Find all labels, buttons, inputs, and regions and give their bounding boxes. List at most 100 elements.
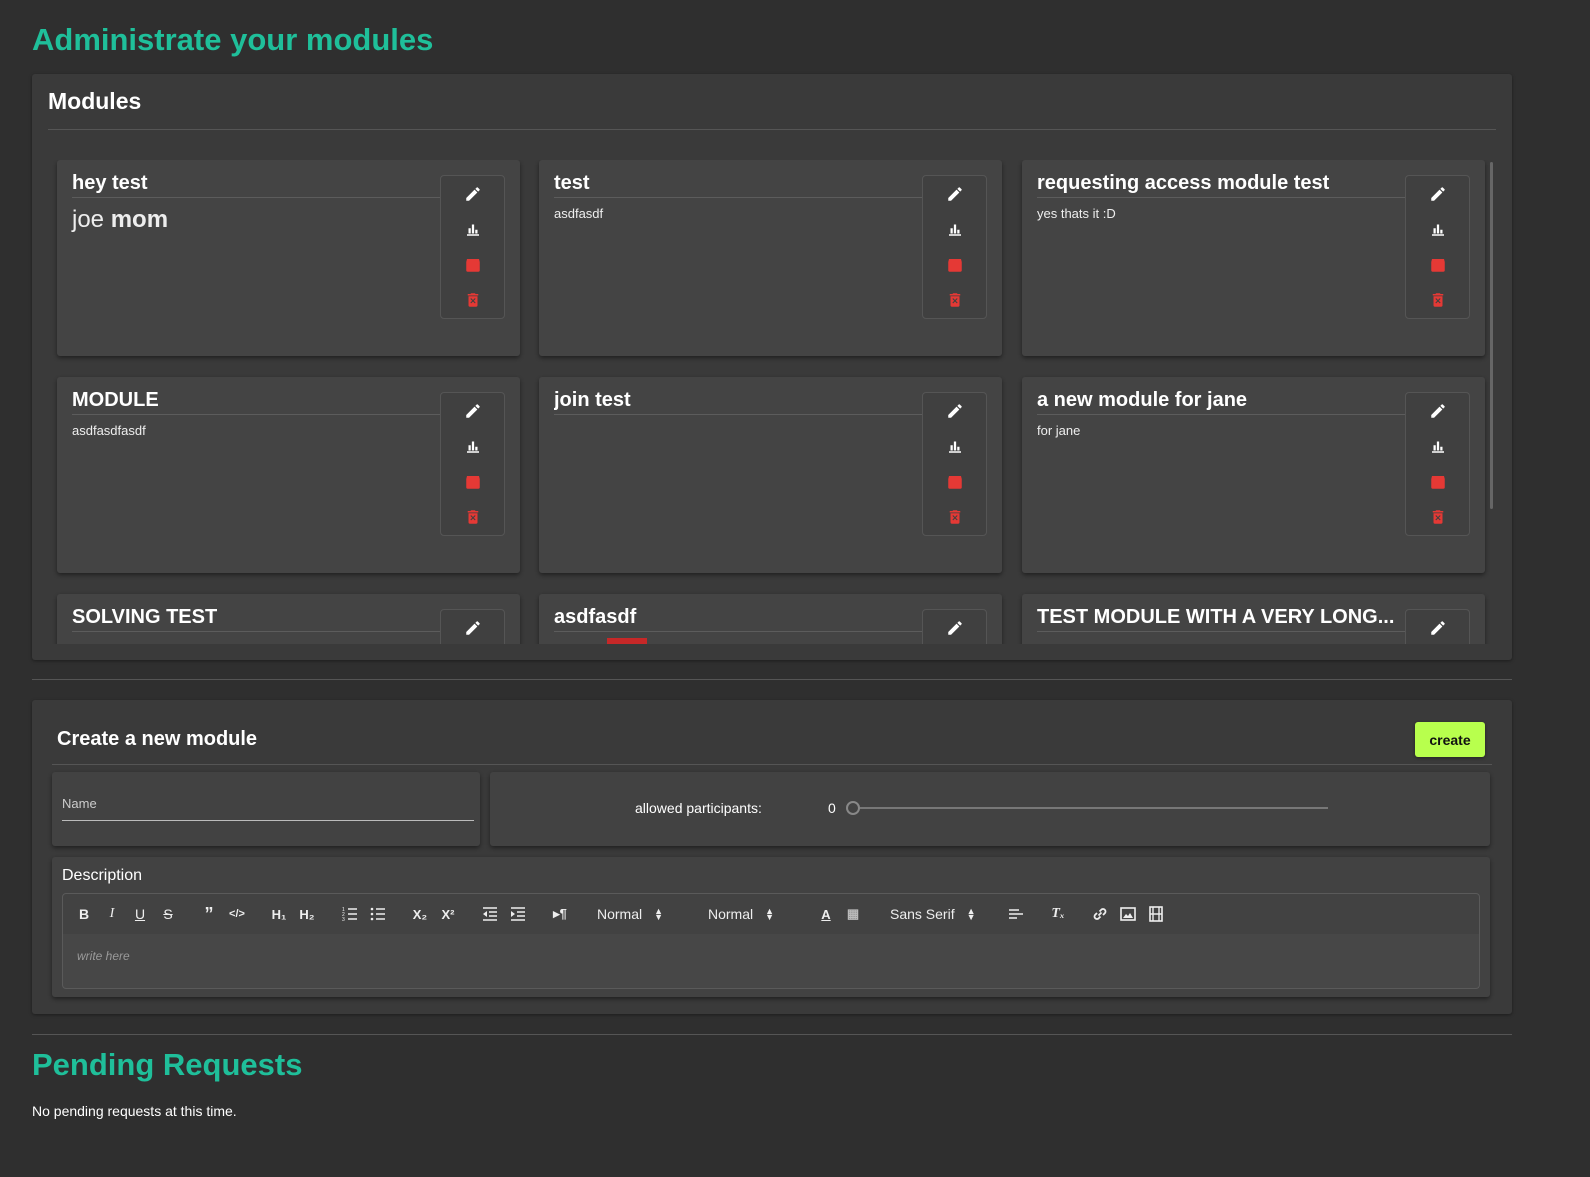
edit-module-pencil-icon[interactable] [945,401,965,421]
module-card[interactable]: TEST MODULE WITH A VERY LONG... [1022,594,1485,644]
create-module-title: Create a new module [57,728,258,750]
name-card: Name [52,772,480,846]
module-card[interactable]: SOLVING TEST [57,594,520,644]
modules-panel-title: Modules [48,88,142,114]
subscript-button[interactable]: X₂ [411,904,429,924]
module-description: asdfasdfasdf [72,423,146,438]
blockquote-button[interactable]: ” [200,904,218,924]
module-title: requesting access module test [1037,172,1405,198]
description-editor[interactable]: write here [62,934,1480,989]
allowed-participants-label: allowed participants: [635,800,762,816]
delete-trash-icon[interactable] [463,290,483,310]
description-highlight [607,638,647,644]
name-input[interactable] [62,792,474,821]
module-title: hey test [72,172,440,198]
ordered-list-icon[interactable]: 123 [341,904,359,924]
h1-button[interactable]: H₁ [270,904,288,924]
module-card[interactable]: a new module for jane for jane [1022,377,1485,573]
edit-module-pencil-icon[interactable] [1428,618,1448,638]
svg-text:3: 3 [342,917,345,923]
align-icon[interactable] [1007,904,1025,924]
archive-icon[interactable] [1428,255,1448,275]
create-button[interactable]: create [1415,722,1485,757]
module-title: test [554,172,922,198]
stats-bar-chart-icon[interactable] [1428,219,1448,239]
module-actions [922,175,987,319]
edit-module-pencil-icon[interactable] [463,184,483,204]
module-card[interactable]: requesting access module test yes thats … [1022,160,1485,356]
stats-bar-chart-icon[interactable] [945,436,965,456]
modules-scrollbar[interactable] [1490,162,1493,509]
stats-bar-chart-icon[interactable] [1428,436,1448,456]
text-color-icon[interactable]: A [817,904,835,924]
text-direction-icon[interactable]: ▸¶ [551,904,569,924]
description-label: Description [62,867,143,884]
section-divider [32,679,1512,680]
bullet-list-icon[interactable] [369,904,387,924]
italic-button[interactable]: I [103,904,121,924]
superscript-button[interactable]: X² [439,904,457,924]
modules-divider [48,129,1496,130]
archive-icon[interactable] [945,255,965,275]
participants-card: allowed participants: 0 [490,772,1490,846]
module-title: TEST MODULE WITH A VERY LONG... [1037,606,1405,632]
participants-slider-track[interactable] [850,807,1328,809]
delete-trash-icon[interactable] [945,290,965,310]
module-card[interactable]: join test [539,377,1002,573]
module-card[interactable]: MODULE asdfasdfasdf [57,377,520,573]
underline-button[interactable]: U [131,904,149,924]
delete-trash-icon[interactable] [945,507,965,527]
module-actions [1405,609,1470,644]
clear-format-icon[interactable]: Tₓ [1049,904,1067,924]
module-card[interactable]: asdfasdf [539,594,1002,644]
archive-icon[interactable] [463,472,483,492]
strike-button[interactable]: S [159,904,177,924]
module-actions [1405,175,1470,319]
video-icon[interactable] [1147,904,1165,924]
delete-trash-icon[interactable] [1428,507,1448,527]
stats-bar-chart-icon[interactable] [463,436,483,456]
allowed-participants-value: 0 [828,800,836,816]
stats-bar-chart-icon[interactable] [463,219,483,239]
module-actions [922,609,987,644]
stats-bar-chart-icon[interactable] [945,219,965,239]
edit-module-pencil-icon[interactable] [1428,401,1448,421]
font-select[interactable]: Sans Serif ▲ ▼ [890,904,976,924]
edit-module-pencil-icon[interactable] [945,184,965,204]
module-card[interactable]: hey test joe mom [57,160,520,356]
h2-button[interactable]: H₂ [298,904,316,924]
description-card: Description B I U S ” </> H₁ H₂ 123 X₂ X… [52,857,1490,997]
size-select[interactable]: Normal ▲ ▼ [708,904,774,924]
editor-placeholder: write here [77,949,130,963]
participants-slider-thumb[interactable] [846,801,860,815]
archive-icon[interactable] [463,255,483,275]
link-icon[interactable] [1091,904,1109,924]
module-title: a new module for jane [1037,389,1405,415]
module-actions [440,609,505,644]
delete-trash-icon[interactable] [1428,290,1448,310]
module-title: asdfasdf [554,606,922,632]
module-card[interactable]: test asdfasdf [539,160,1002,356]
page-title: Administrate your modules [32,22,434,57]
module-title: MODULE [72,389,440,415]
edit-module-pencil-icon[interactable] [1428,184,1448,204]
header-select[interactable]: Normal ▲ ▼ [597,904,663,924]
section-divider [32,1034,1512,1035]
create-module-panel: Create a new module create Name allowed … [32,700,1512,1014]
archive-icon[interactable] [1428,472,1448,492]
image-icon[interactable] [1119,904,1137,924]
outdent-icon[interactable] [481,904,499,924]
background-color-icon[interactable]: ▦ [844,904,862,924]
edit-module-pencil-icon[interactable] [945,618,965,638]
bold-button[interactable]: B [75,904,93,924]
edit-module-pencil-icon[interactable] [463,618,483,638]
archive-icon[interactable] [945,472,965,492]
modules-panel: Modules hey test joe mom test asdfasdf r… [32,74,1512,660]
indent-icon[interactable] [509,904,527,924]
modules-grid[interactable]: hey test joe mom test asdfasdf requestin… [48,160,1496,644]
code-block-button[interactable]: </> [228,904,246,924]
module-description: joe mom [72,206,169,233]
edit-module-pencil-icon[interactable] [463,401,483,421]
module-description: yes thats it :D [1037,206,1116,221]
delete-trash-icon[interactable] [463,507,483,527]
